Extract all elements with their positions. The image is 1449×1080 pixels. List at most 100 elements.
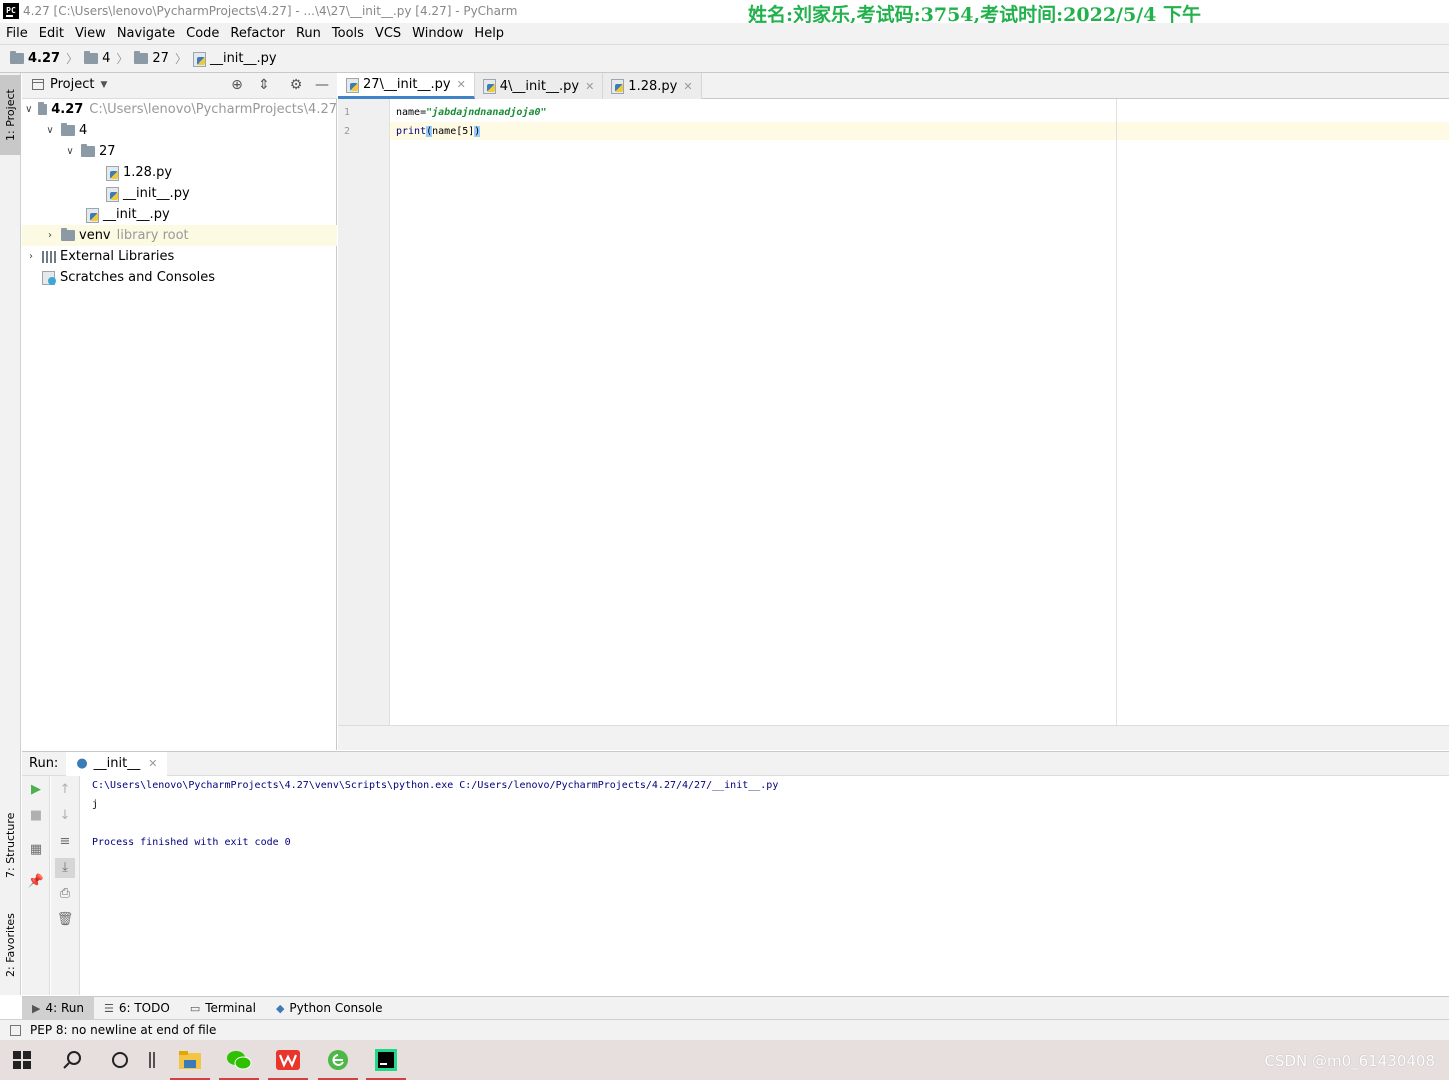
tree-item-external-libraries[interactable]: › External Libraries bbox=[22, 246, 337, 267]
close-icon[interactable]: ✕ bbox=[457, 78, 466, 91]
tree-item-project-root[interactable]: ∨ 4.27 C:\Users\lenovo\PycharmProjects\4… bbox=[22, 99, 337, 120]
run-panel-header: Run: ● __init__ ✕ bbox=[22, 751, 1449, 776]
tree-item-file[interactable]: 1.28.py bbox=[22, 162, 337, 183]
breadcrumb-item[interactable]: 4 〉 bbox=[84, 50, 128, 67]
python-file-icon bbox=[611, 79, 625, 94]
tree-item-label: __init__.py bbox=[123, 186, 190, 201]
task-view-icon bbox=[149, 1052, 155, 1068]
tree-item-scratches[interactable]: Scratches and Consoles bbox=[22, 267, 337, 288]
tool-tab-structure[interactable]: 7: Structure bbox=[0, 803, 21, 888]
right-margin-guide bbox=[1116, 99, 1117, 725]
folder-icon bbox=[81, 144, 95, 157]
run-toolbar-secondary: ↑ ↓ ≡ ⤓ ⎙ 🗑 bbox=[51, 776, 80, 995]
close-icon[interactable]: ✕ bbox=[683, 80, 692, 93]
tree-item-path: C:\Users\lenovo\PycharmProjects\4.27 bbox=[89, 102, 337, 117]
locate-icon[interactable]: ⊕ bbox=[229, 77, 245, 93]
tool-tab-todo[interactable]: ☰ 6: TODO bbox=[94, 997, 180, 1020]
pycharm-icon bbox=[375, 1049, 397, 1071]
menu-help[interactable]: Help bbox=[468, 23, 509, 44]
run-config-tab[interactable]: ● __init__ ✕ bbox=[66, 751, 168, 776]
editor-tab[interactable]: 1.28.py ✕ bbox=[603, 73, 702, 99]
taskbar-file-explorer[interactable] bbox=[168, 1040, 212, 1080]
taskbar-browser[interactable] bbox=[316, 1040, 360, 1080]
editor-horizontal-scrollbar[interactable] bbox=[338, 725, 1449, 750]
tree-item-folder-27[interactable]: ∨ 27 bbox=[22, 141, 337, 162]
collapse-all-icon[interactable]: ⇕ bbox=[256, 77, 272, 93]
chevron-down-icon: ∨ bbox=[25, 104, 33, 115]
tool-tab-run[interactable]: ▶ 4: Run bbox=[22, 996, 94, 1020]
close-icon[interactable]: ✕ bbox=[148, 757, 157, 770]
menu-tools[interactable]: Tools bbox=[326, 23, 369, 44]
code-editor[interactable]: name="jabdajndnanadjoja0" print(name[5]) bbox=[390, 99, 1449, 725]
tree-item-label: venv bbox=[79, 228, 111, 243]
tree-item-file[interactable]: __init__.py bbox=[22, 204, 337, 225]
code-token: name= bbox=[396, 107, 427, 118]
tool-tab-favorites[interactable]: 2: Favorites bbox=[0, 903, 21, 988]
python-file-icon bbox=[192, 51, 206, 67]
breadcrumb-item[interactable]: 4.27 〉 bbox=[10, 50, 78, 67]
tree-item-venv[interactable]: › venv library root bbox=[22, 225, 337, 246]
wechat-icon bbox=[227, 1051, 252, 1070]
menu-code[interactable]: Code bbox=[180, 23, 224, 44]
tool-tab-project[interactable]: 1: Project bbox=[0, 75, 21, 155]
taskbar-wechat[interactable] bbox=[217, 1040, 261, 1080]
run-toolbar-primary: ▶ ■ ▦ 📌 bbox=[22, 776, 50, 995]
project-panel: Project ▼ ⊕ ⇕ ⚙ — ∨ 4.27 C:\Users\lenovo… bbox=[22, 73, 337, 750]
menu-refactor[interactable]: Refactor bbox=[224, 23, 290, 44]
cortana-icon bbox=[112, 1052, 128, 1068]
folder-icon bbox=[134, 51, 149, 64]
rerun-icon[interactable]: ▶ bbox=[26, 780, 46, 800]
project-view-selector[interactable]: Project ▼ bbox=[32, 77, 107, 92]
chevron-right-icon: › bbox=[48, 230, 52, 241]
tool-tab-terminal[interactable]: ▭ Terminal bbox=[180, 997, 266, 1020]
menu-view[interactable]: View bbox=[69, 23, 111, 44]
editor-gutter[interactable]: 1 2 bbox=[338, 99, 390, 725]
pin-icon[interactable]: 📌 bbox=[26, 872, 46, 892]
layout-icon[interactable]: ▦ bbox=[26, 840, 46, 860]
taskbar-pycharm[interactable] bbox=[364, 1040, 408, 1080]
menu-file[interactable]: File bbox=[0, 23, 33, 44]
chevron-right-icon: 〉 bbox=[174, 52, 187, 66]
print-icon[interactable]: ⎙ bbox=[55, 884, 75, 904]
menu-navigate[interactable]: Navigate bbox=[111, 23, 180, 44]
stop-icon[interactable]: ■ bbox=[26, 806, 46, 826]
tree-item-folder-4[interactable]: ∨ 4 bbox=[22, 120, 337, 141]
close-icon[interactable]: ✕ bbox=[585, 80, 594, 93]
windows-start-button[interactable] bbox=[0, 1040, 44, 1080]
status-bar: PEP 8: no newline at end of file bbox=[0, 1019, 1449, 1040]
browser-icon bbox=[328, 1050, 348, 1070]
breadcrumb-item[interactable]: 27 〉 bbox=[134, 50, 187, 67]
taskbar-wps[interactable] bbox=[266, 1040, 310, 1080]
chevron-right-icon: 〉 bbox=[66, 52, 79, 66]
chevron-down-icon: ∨ bbox=[66, 146, 74, 157]
menu-run[interactable]: Run bbox=[290, 23, 326, 44]
pycharm-app-icon: PC bbox=[3, 3, 19, 19]
run-console[interactable]: C:\Users\lenovo\PycharmProjects\4.27\ven… bbox=[80, 776, 1449, 995]
menu-window[interactable]: Window bbox=[406, 23, 468, 44]
editor-tab[interactable]: 4\__init__.py ✕ bbox=[474, 73, 604, 99]
breadcrumb-label: __init__.py bbox=[209, 51, 277, 66]
trash-icon[interactable]: 🗑 bbox=[55, 910, 75, 930]
python-icon: ● bbox=[76, 756, 88, 771]
tool-tab-label: Python Console bbox=[289, 1001, 383, 1015]
arrow-down-icon[interactable]: ↓ bbox=[55, 806, 75, 826]
tree-item-label: External Libraries bbox=[60, 249, 175, 264]
gear-icon[interactable]: ⚙ bbox=[288, 77, 304, 93]
console-command-line: C:\Users\lenovo\PycharmProjects\4.27\ven… bbox=[92, 780, 779, 791]
menu-vcs[interactable]: VCS bbox=[369, 23, 406, 44]
arrow-up-icon[interactable]: ↑ bbox=[55, 780, 75, 800]
scroll-to-end-icon[interactable]: ⤓ bbox=[55, 858, 75, 878]
editor-tab[interactable]: 27\__init__.py ✕ bbox=[338, 73, 475, 99]
taskbar-search-button[interactable] bbox=[50, 1040, 94, 1080]
breadcrumb-item[interactable]: __init__.py bbox=[192, 51, 277, 67]
code-paren: ) bbox=[474, 126, 481, 137]
tree-item-file[interactable]: __init__.py bbox=[22, 183, 337, 204]
soft-wrap-icon[interactable]: ≡ bbox=[55, 832, 75, 852]
menu-edit[interactable]: Edit bbox=[33, 23, 69, 44]
hide-panel-icon[interactable]: — bbox=[314, 77, 330, 93]
folder-icon bbox=[84, 51, 99, 64]
run-panel-label: Run: bbox=[29, 756, 59, 771]
tool-tab-python-console[interactable]: ◆ Python Console bbox=[266, 997, 393, 1020]
panel-toggle-icon[interactable] bbox=[10, 1024, 21, 1036]
wps-icon bbox=[276, 1050, 300, 1070]
